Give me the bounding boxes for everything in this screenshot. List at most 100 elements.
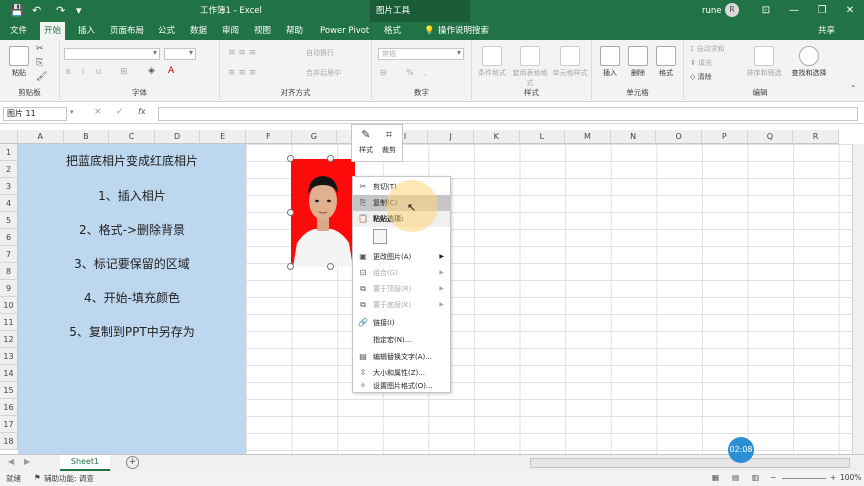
underline-button[interactable]: U bbox=[96, 68, 101, 76]
zoom-level[interactable]: 100% bbox=[840, 473, 861, 482]
bold-button[interactable]: B bbox=[66, 68, 71, 76]
menu-item-change-picture[interactable]: ▣ 更改图片(A) ▶ bbox=[353, 249, 450, 265]
font-size-combo[interactable] bbox=[164, 48, 196, 60]
tab-view[interactable]: 视图 bbox=[250, 22, 275, 40]
paste-keep-format-icon[interactable] bbox=[373, 229, 387, 244]
row-header-17[interactable]: 17 bbox=[0, 416, 18, 433]
row-header-5[interactable]: 5 bbox=[0, 212, 18, 229]
row-header-7[interactable]: 7 bbox=[0, 246, 18, 263]
row-header-1[interactable]: 1 bbox=[0, 144, 18, 161]
column-header-q[interactable]: Q bbox=[747, 130, 794, 144]
resize-handle-top-left[interactable] bbox=[287, 155, 294, 162]
horizontal-scrollbar[interactable] bbox=[530, 458, 850, 468]
row-header-16[interactable]: 16 bbox=[0, 399, 18, 416]
cut-icon[interactable]: ✂ bbox=[36, 44, 44, 54]
add-sheet-icon[interactable]: + bbox=[126, 456, 139, 469]
save-icon[interactable]: 💾 bbox=[10, 4, 24, 18]
row-header-3[interactable]: 3 bbox=[0, 178, 18, 195]
tab-formulas[interactable]: 公式 bbox=[154, 22, 179, 40]
column-header-k[interactable]: K bbox=[474, 130, 520, 144]
format-cells-button[interactable]: 格式 bbox=[654, 46, 678, 78]
currency-icon[interactable]: ⊟ bbox=[380, 68, 387, 77]
restore-button[interactable]: ❐ bbox=[808, 2, 836, 20]
row-header-15[interactable]: 15 bbox=[0, 382, 18, 399]
menu-item-format-picture[interactable]: ✧ 设置图片格式(O)... bbox=[353, 379, 450, 393]
tab-insert[interactable]: 插入 bbox=[74, 22, 99, 40]
resize-handle-left[interactable] bbox=[287, 209, 294, 216]
row-header-8[interactable]: 8 bbox=[0, 263, 18, 280]
mini-crop-button[interactable]: ⌗ 裁剪 bbox=[378, 128, 400, 155]
column-header-n[interactable]: N bbox=[610, 130, 657, 144]
normal-view-icon[interactable]: ▦ bbox=[712, 473, 719, 482]
enter-icon[interactable]: ✓ bbox=[116, 107, 124, 117]
resize-handle-top[interactable] bbox=[327, 155, 334, 162]
tell-me-search[interactable]: 操作说明搜索 bbox=[434, 22, 493, 40]
wrap-text-button[interactable]: 自动换行 bbox=[306, 48, 334, 58]
autosum-button[interactable]: Σ 自动求和 bbox=[690, 44, 725, 54]
align-top-icon[interactable]: ≡ ≡ ≡ bbox=[228, 48, 256, 58]
id-photo-image[interactable] bbox=[291, 159, 355, 267]
column-header-a[interactable]: A bbox=[18, 130, 64, 144]
tab-review[interactable]: 审阅 bbox=[218, 22, 243, 40]
page-layout-view-icon[interactable]: ▤ bbox=[732, 473, 739, 482]
avatar[interactable]: R bbox=[725, 3, 739, 17]
row-header-4[interactable]: 4 bbox=[0, 195, 18, 212]
vertical-scrollbar[interactable] bbox=[852, 144, 864, 454]
cancel-icon[interactable]: × bbox=[94, 107, 102, 117]
conditional-formatting-button[interactable]: 条件格式 bbox=[474, 46, 510, 78]
fill-color-icon[interactable]: ◈ bbox=[148, 66, 155, 76]
zoom-slider[interactable] bbox=[782, 478, 826, 479]
percent-button[interactable]: % bbox=[406, 68, 414, 77]
row-header-18[interactable]: 18 bbox=[0, 433, 18, 450]
menu-item-group[interactable]: ⊡ 组合(G) ▶ bbox=[353, 265, 450, 281]
paste-button[interactable]: 粘贴 bbox=[6, 46, 32, 78]
column-header-p[interactable]: P bbox=[702, 130, 748, 144]
insert-cells-button[interactable]: 插入 bbox=[598, 46, 622, 78]
minimize-button[interactable]: — bbox=[780, 2, 808, 20]
column-header-l[interactable]: L bbox=[519, 130, 566, 144]
format-as-table-button[interactable]: 套用表格格式 bbox=[512, 46, 548, 88]
find-select-button[interactable]: 查找和选择 bbox=[788, 46, 830, 78]
column-header-e[interactable]: E bbox=[200, 130, 246, 144]
column-header-j[interactable]: J bbox=[428, 130, 474, 144]
menu-item-assign-macro[interactable]: 指定宏(N)... bbox=[353, 332, 450, 348]
fill-button[interactable]: ⬇ 填充 bbox=[690, 58, 712, 68]
quick-access-more-icon[interactable]: ▾ bbox=[76, 4, 82, 18]
row-header-12[interactable]: 12 bbox=[0, 331, 18, 348]
select-all-corner[interactable] bbox=[0, 130, 18, 144]
borders-icon[interactable]: ⊞ bbox=[120, 67, 128, 77]
font-name-combo[interactable] bbox=[64, 48, 160, 60]
row-header-9[interactable]: 9 bbox=[0, 280, 18, 297]
column-header-d[interactable]: D bbox=[154, 130, 201, 144]
menu-item-link[interactable]: 🔗 链接(I) bbox=[353, 315, 450, 331]
page-break-view-icon[interactable]: ▥ bbox=[752, 473, 759, 482]
row-header-2[interactable]: 2 bbox=[0, 161, 18, 178]
tab-file[interactable]: 文件 bbox=[6, 22, 31, 40]
prev-sheet-icon[interactable]: ◀ bbox=[8, 457, 14, 466]
status-accessibility[interactable]: 辅助功能: 调查 bbox=[44, 473, 94, 484]
column-header-g[interactable]: G bbox=[291, 130, 338, 144]
row-header-11[interactable]: 11 bbox=[0, 314, 18, 331]
insert-function-icon[interactable]: fx bbox=[138, 107, 146, 116]
column-header-b[interactable]: B bbox=[63, 130, 110, 144]
share-button[interactable]: 共享 bbox=[818, 22, 835, 40]
tab-power-pivot[interactable]: Power Pivot bbox=[316, 22, 373, 40]
row-header-14[interactable]: 14 bbox=[0, 365, 18, 382]
tab-format[interactable]: 格式 bbox=[380, 22, 405, 40]
name-box-dropdown-icon[interactable]: ▾ bbox=[70, 108, 74, 116]
undo-icon[interactable]: ↶ bbox=[32, 4, 41, 18]
align-left-icon[interactable]: ≡ ≡ ≡ bbox=[228, 68, 256, 78]
menu-item-edit-alt-text[interactable]: ▤ 编辑替换文字(A)... bbox=[353, 349, 450, 365]
menu-item-bring-to-front[interactable]: ⧉ 置于顶层(R) ▶ bbox=[353, 281, 450, 297]
tab-home[interactable]: 开始 bbox=[40, 22, 66, 40]
zoom-out-icon[interactable]: − bbox=[770, 473, 776, 482]
collapse-ribbon-icon[interactable]: ⌃ bbox=[850, 84, 857, 93]
resize-handle-bottom[interactable] bbox=[327, 263, 334, 270]
name-box[interactable]: 图片 11 bbox=[3, 107, 67, 121]
italic-button[interactable]: I bbox=[82, 68, 84, 76]
number-format-combo[interactable]: 常规 bbox=[378, 48, 464, 60]
font-color-icon[interactable]: A bbox=[168, 66, 174, 76]
row-header-10[interactable]: 10 bbox=[0, 297, 18, 314]
copy-icon[interactable]: ⎘ bbox=[36, 58, 43, 68]
delete-cells-button[interactable]: 删除 bbox=[626, 46, 650, 78]
